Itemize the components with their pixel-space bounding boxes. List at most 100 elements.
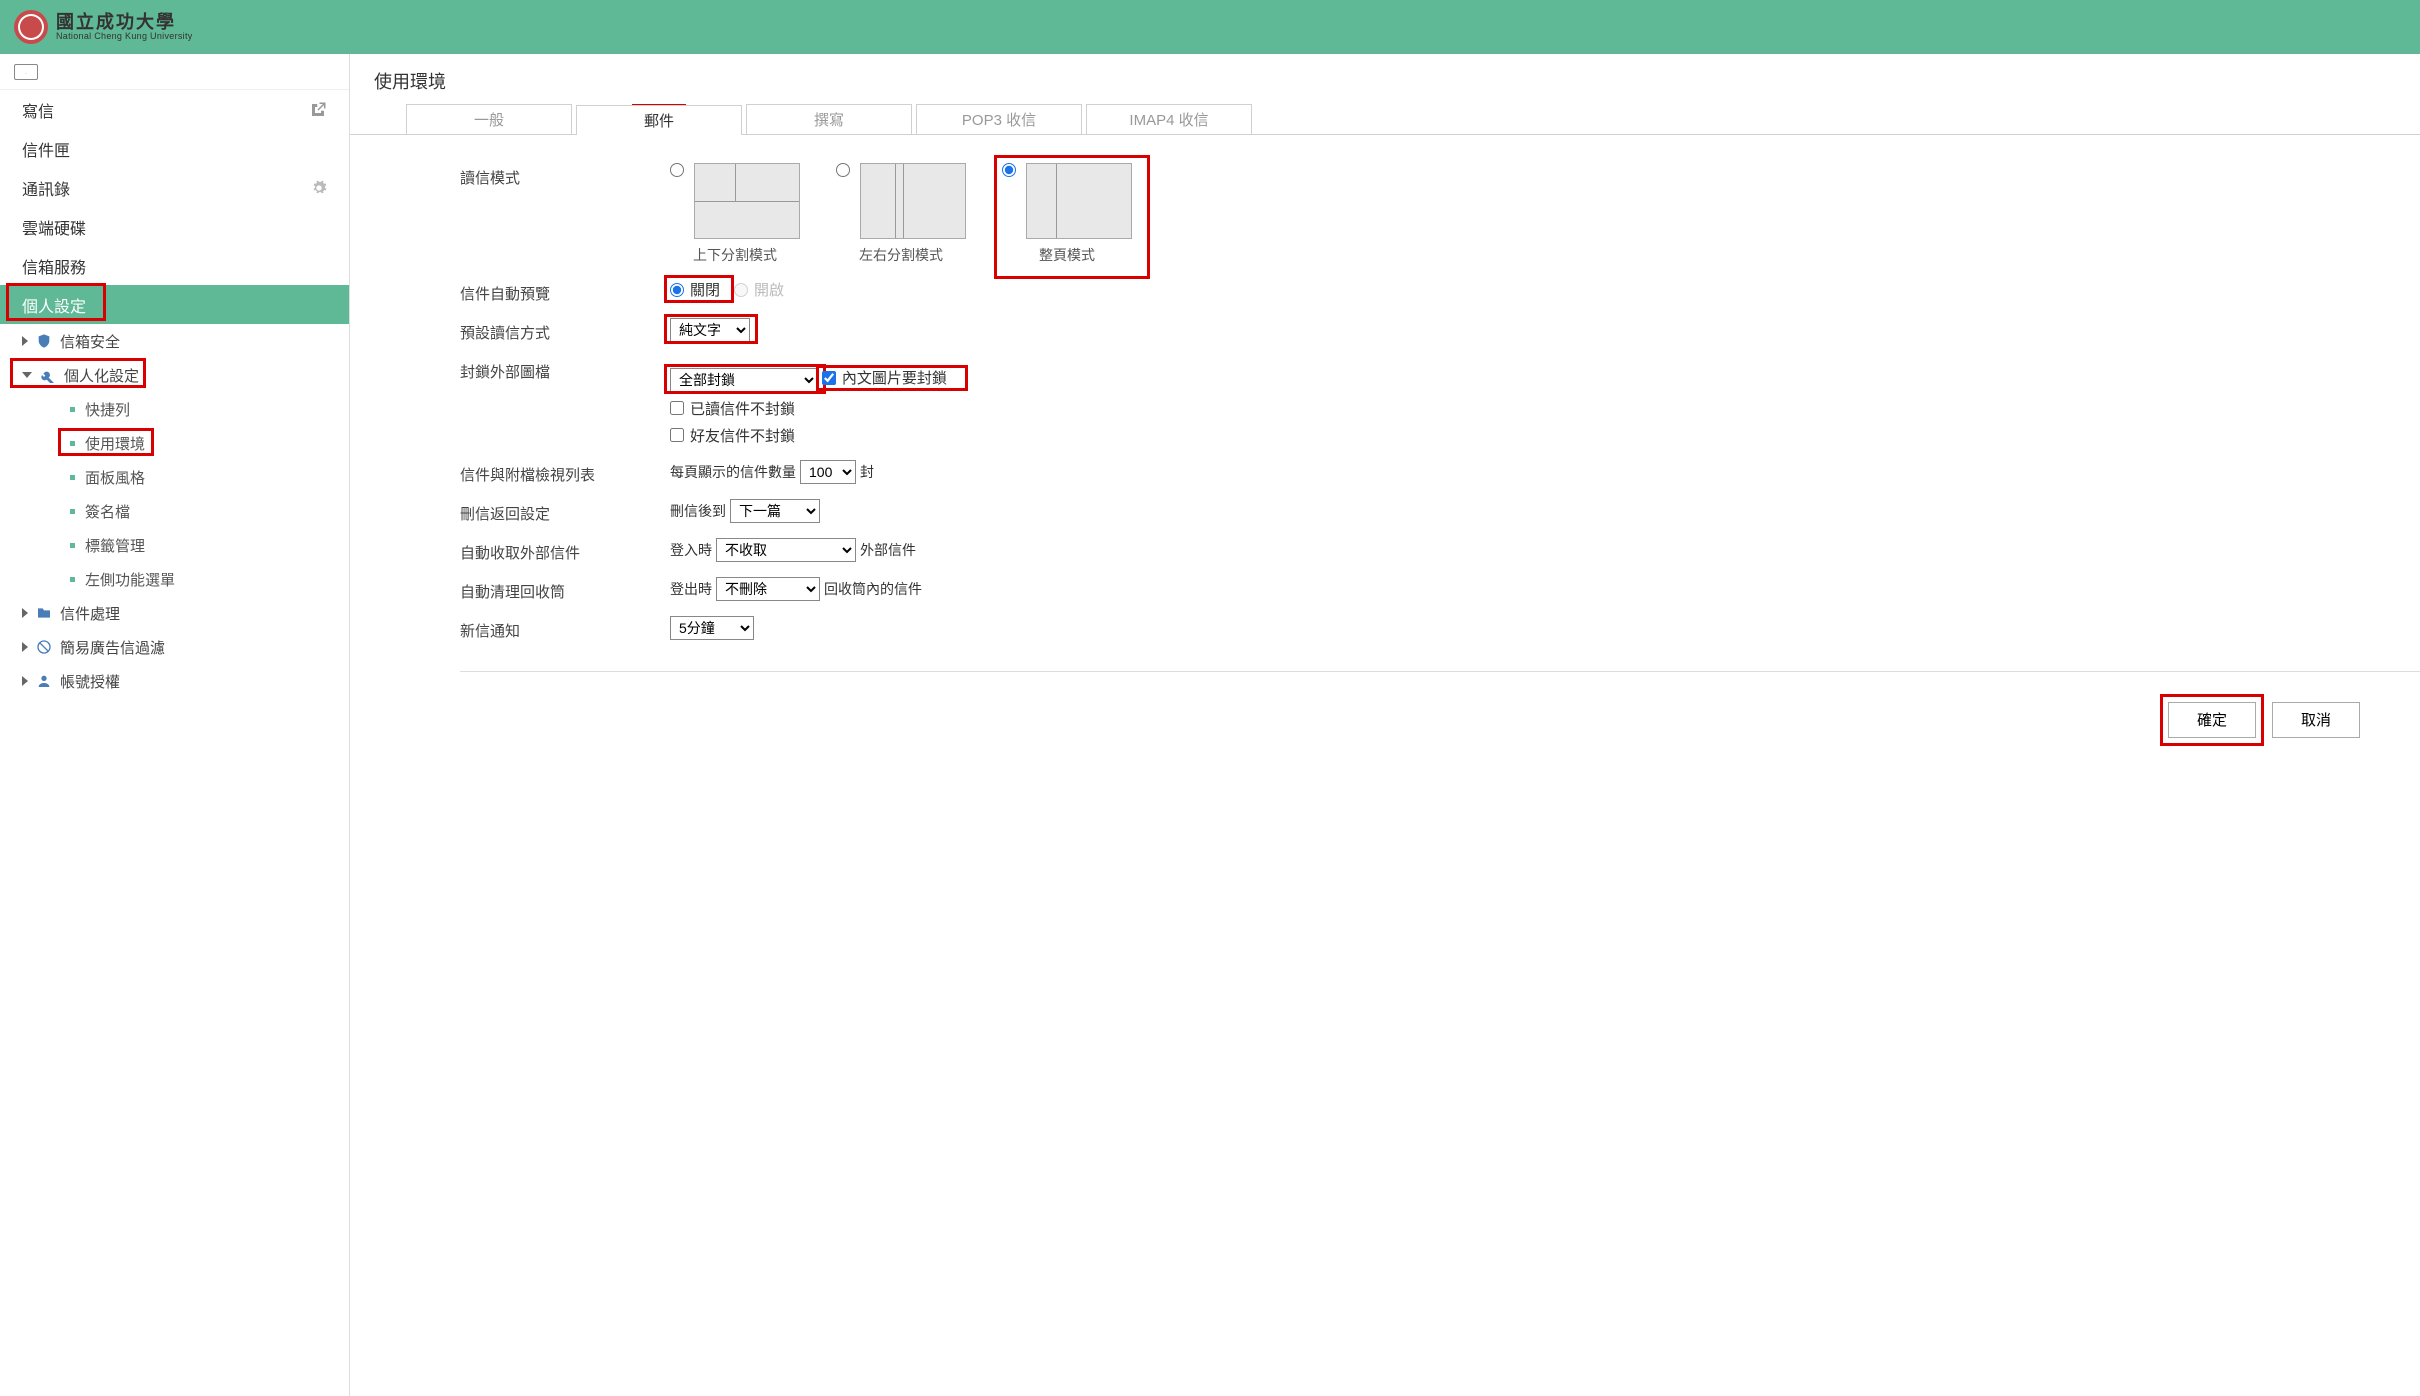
- preview-off-label: 關閉: [690, 279, 720, 300]
- select-default-read[interactable]: 純文字: [670, 318, 750, 342]
- checkbox-read-noblock[interactable]: [670, 401, 684, 415]
- inline-block-label: 內文圖片要封鎖: [842, 367, 947, 388]
- radio-mode-topbottom[interactable]: [670, 163, 684, 177]
- sidebar-leaf-signature[interactable]: 簽名檔: [0, 494, 349, 528]
- sidebar-item-inbox[interactable]: 信件匣: [0, 129, 349, 168]
- compose-label: 寫信: [22, 98, 54, 122]
- sidebar: 寫信 信件匣 通訊錄 雲端硬碟 信箱服務 個人設定 信箱安全: [0, 54, 350, 1396]
- folder-icon: [36, 605, 52, 621]
- tab-mail[interactable]: 郵件: [576, 105, 742, 135]
- select-auto-clean[interactable]: 不刪除: [716, 577, 820, 601]
- checkbox-inline-block-wrap[interactable]: 內文圖片要封鎖: [822, 367, 947, 388]
- sidebar-group-spam-filter[interactable]: 簡易廣告信過濾: [0, 630, 349, 664]
- tab-bar: 一般 郵件 撰寫 POP3 收信 IMAP4 收信: [350, 104, 2420, 135]
- sidebar-group-mailbox-security[interactable]: 信箱安全: [0, 324, 349, 358]
- signature-label: 簽名檔: [85, 501, 130, 522]
- left-menu-label: 左側功能選單: [85, 569, 175, 590]
- checkbox-inline-block[interactable]: [822, 371, 836, 385]
- label-auto-preview: 信件自動預覽: [460, 279, 670, 304]
- label-delete-return: 刪信返回設定: [460, 499, 670, 524]
- checkbox-read-noblock-wrap[interactable]: 已讀信件不封鎖: [670, 398, 947, 419]
- radio-preview-on[interactable]: [734, 283, 748, 297]
- block-icon: [36, 639, 52, 655]
- thumb-topbottom[interactable]: [694, 163, 800, 239]
- tab-imap4[interactable]: IMAP4 收信: [1086, 104, 1252, 134]
- external-link-icon: [309, 101, 327, 119]
- checkbox-friend-noblock-wrap[interactable]: 好友信件不封鎖: [670, 425, 947, 446]
- personalization-label: 個人化設定: [64, 365, 139, 386]
- caret-right-icon: [22, 642, 28, 652]
- clean-suffix: 回收筒內的信件: [824, 579, 922, 599]
- sidebar-item-mailbox-service[interactable]: 信箱服務: [0, 246, 349, 285]
- radio-mode-fullpage[interactable]: [1002, 163, 1016, 177]
- envelope-icon: [14, 64, 38, 80]
- sidebar-leaf-shortcut[interactable]: 快捷列: [0, 392, 349, 426]
- site-logo: 國立成功大學 National Cheng Kung University: [14, 10, 193, 44]
- select-block-ext[interactable]: 全部封鎖: [670, 368, 818, 392]
- select-auto-fetch[interactable]: 不收取: [716, 538, 856, 562]
- mail-home-icon[interactable]: [0, 54, 349, 90]
- radio-preview-off[interactable]: [670, 283, 684, 297]
- sidebar-group-mail-processing[interactable]: 信件處理: [0, 596, 349, 630]
- panel-style-label: 面板風格: [85, 467, 145, 488]
- preview-on-label: 開啟: [754, 279, 784, 300]
- personal-settings-label: 個人設定: [22, 293, 86, 317]
- account-auth-label: 帳號授權: [60, 671, 120, 692]
- read-noblock-label: 已讀信件不封鎖: [690, 398, 795, 419]
- bullet-icon: [70, 407, 75, 412]
- radio-preview-off-wrap[interactable]: 關閉: [670, 279, 720, 300]
- caret-right-icon: [22, 608, 28, 618]
- radio-preview-on-wrap[interactable]: 開啟: [734, 279, 784, 300]
- tab-general[interactable]: 一般: [406, 104, 572, 134]
- mail-processing-label: 信件處理: [60, 603, 120, 624]
- select-notify-interval[interactable]: 5分鐘: [670, 616, 754, 640]
- caption-leftright: 左右分割模式: [859, 245, 943, 265]
- sidebar-item-cloud[interactable]: 雲端硬碟: [0, 207, 349, 246]
- caret-down-icon: [22, 372, 32, 378]
- thumb-fullpage[interactable]: [1026, 163, 1132, 239]
- sidebar-leaf-tag-mgmt[interactable]: 標籤管理: [0, 528, 349, 562]
- checkbox-friend-noblock[interactable]: [670, 428, 684, 442]
- list-prefix: 每頁顯示的信件數量: [670, 462, 796, 482]
- settings-form: 讀信模式 上下分割模式 左右分割模式: [350, 135, 2420, 768]
- sidebar-group-personalization[interactable]: 個人化設定: [0, 358, 349, 392]
- label-new-mail-notify: 新信通知: [460, 616, 670, 641]
- list-suffix: 封: [860, 462, 874, 482]
- mailbox-service-label: 信箱服務: [22, 254, 86, 278]
- university-name-zh: 國立成功大學: [56, 13, 193, 31]
- gear-icon[interactable]: [311, 180, 327, 196]
- tab-compose[interactable]: 撰寫: [746, 104, 912, 134]
- caret-right-icon: [22, 676, 28, 686]
- sidebar-item-personal-settings[interactable]: 個人設定: [0, 285, 349, 324]
- thumb-leftright[interactable]: [860, 163, 966, 239]
- bullet-icon: [70, 475, 75, 480]
- main-panel: 使用環境 一般 郵件 撰寫 POP3 收信 IMAP4 收信 讀信模式: [350, 54, 2420, 1396]
- select-list-count[interactable]: 100: [800, 460, 856, 484]
- sidebar-item-contacts[interactable]: 通訊錄: [0, 168, 349, 207]
- clean-prefix: 登出時: [670, 579, 712, 599]
- cancel-button[interactable]: 取消: [2272, 702, 2360, 738]
- bullet-icon: [70, 509, 75, 514]
- sidebar-leaf-environment[interactable]: 使用環境: [0, 426, 349, 460]
- sidebar-leaf-left-menu[interactable]: 左側功能選單: [0, 562, 349, 596]
- shortcut-label: 快捷列: [85, 399, 130, 420]
- spam-filter-label: 簡易廣告信過濾: [60, 637, 165, 658]
- sidebar-group-account-auth[interactable]: 帳號授權: [0, 664, 349, 698]
- form-footer: 確定 取消: [460, 671, 2420, 768]
- tab-pop3[interactable]: POP3 收信: [916, 104, 1082, 134]
- university-name-en: National Cheng Kung University: [56, 31, 193, 41]
- delete-prefix: 刪信後到: [670, 501, 726, 521]
- contacts-label: 通訊錄: [22, 176, 70, 200]
- label-default-read: 預設讀信方式: [460, 318, 670, 343]
- sidebar-item-compose[interactable]: 寫信: [0, 90, 349, 129]
- label-auto-fetch: 自動收取外部信件: [460, 538, 670, 563]
- ok-button[interactable]: 確定: [2168, 702, 2256, 738]
- bullet-icon: [70, 543, 75, 548]
- select-delete-return[interactable]: 下一篇: [730, 499, 820, 523]
- shield-icon: [36, 333, 52, 349]
- cloud-label: 雲端硬碟: [22, 215, 86, 239]
- sidebar-leaf-panel-style[interactable]: 面板風格: [0, 460, 349, 494]
- radio-mode-leftright[interactable]: [836, 163, 850, 177]
- label-auto-clean: 自動清理回收筒: [460, 577, 670, 602]
- friend-noblock-label: 好友信件不封鎖: [690, 425, 795, 446]
